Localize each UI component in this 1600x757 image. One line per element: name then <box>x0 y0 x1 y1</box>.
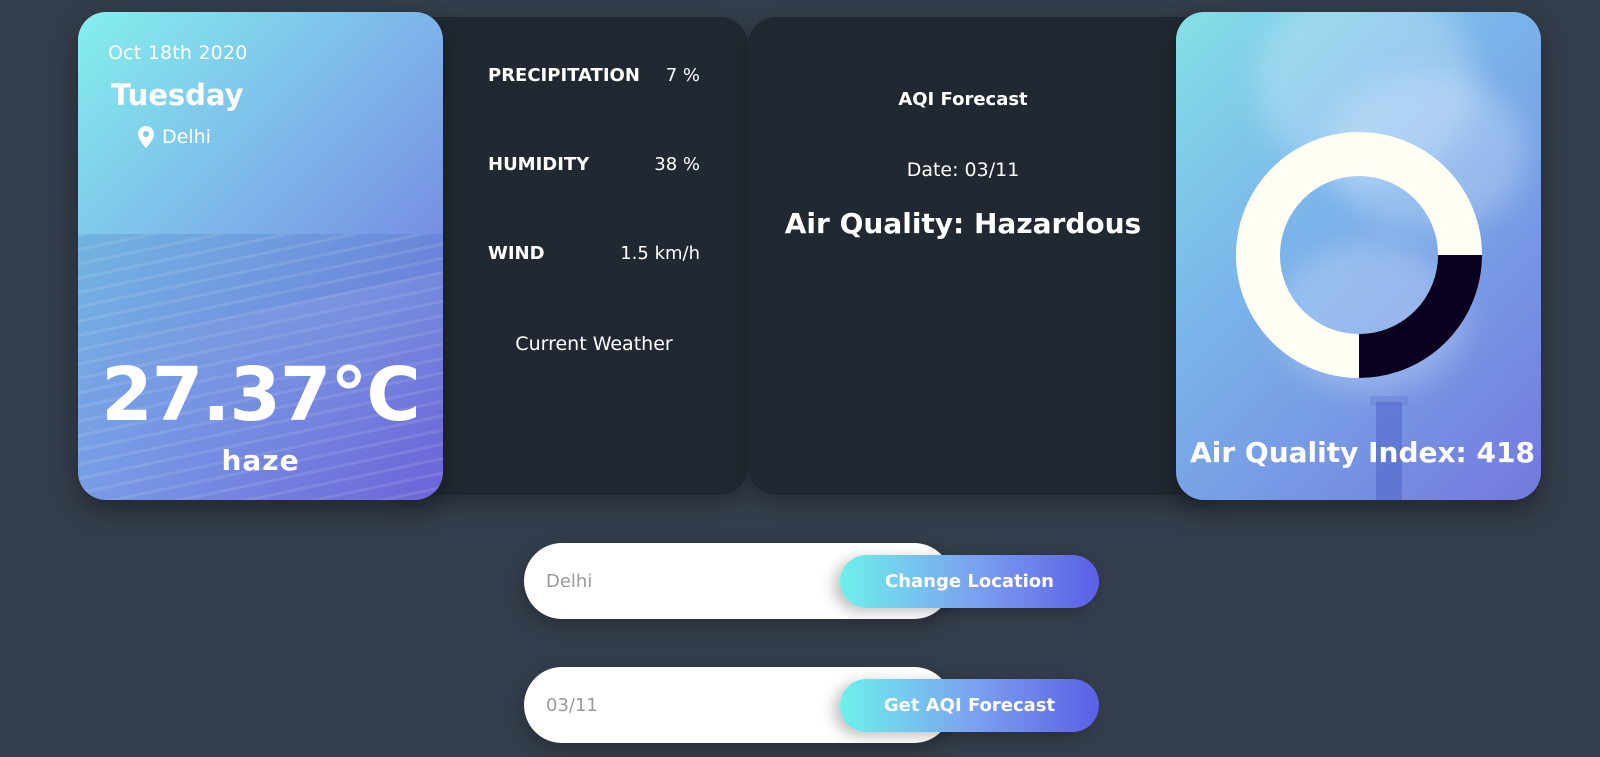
location-form: Change Location <box>524 543 1099 619</box>
change-location-button[interactable]: Change Location <box>840 555 1099 608</box>
wind-row: WIND 1.5 km/h <box>488 243 700 264</box>
precipitation-value: 7 % <box>665 65 700 86</box>
get-aqi-forecast-button[interactable]: Get AQI Forecast <box>840 679 1099 732</box>
weather-day: Tuesday <box>111 78 244 112</box>
location-name: Delhi <box>162 126 211 148</box>
humidity-row: HUMIDITY 38 % <box>488 154 700 175</box>
aqi-forecast-panel: AQI Forecast Date: 03/11 Air Quality: Ha… <box>748 17 1218 495</box>
aqi-gauge <box>1236 132 1482 378</box>
aqi-gauge-fill <box>1358 254 1482 378</box>
aqi-forecast-date: Date: 03/11 <box>906 159 1020 181</box>
wind-label: WIND <box>488 243 545 264</box>
precipitation-label: PRECIPITATION <box>488 65 640 86</box>
wind-value: 1.5 km/h <box>620 243 700 264</box>
humidity-label: HUMIDITY <box>488 154 590 175</box>
humidity-value: 38 % <box>654 154 700 175</box>
aqi-card: Air Quality Index: 418 <box>1176 12 1541 500</box>
map-pin-icon <box>138 126 154 148</box>
air-quality-status: Air Quality: Hazardous <box>784 207 1142 240</box>
forecast-form: Get AQI Forecast <box>524 667 1099 743</box>
weather-info-panel: PRECIPITATION 7 % HUMIDITY 38 % WIND 1.5… <box>400 17 748 495</box>
weather-location: Delhi <box>138 126 211 148</box>
weather-description: haze <box>221 444 300 477</box>
aqi-forecast-title: AQI Forecast <box>898 89 1028 110</box>
temperature: 27.37°C <box>101 352 420 438</box>
precipitation-row: PRECIPITATION 7 % <box>488 65 700 86</box>
weather-card: Oct 18th 2020 Tuesday Delhi 27.37°C haze <box>78 12 443 500</box>
air-quality-index: Air Quality Index: 418 <box>1190 436 1535 469</box>
current-weather-label: Current Weather <box>515 333 673 355</box>
weather-date: Oct 18th 2020 <box>108 42 248 64</box>
